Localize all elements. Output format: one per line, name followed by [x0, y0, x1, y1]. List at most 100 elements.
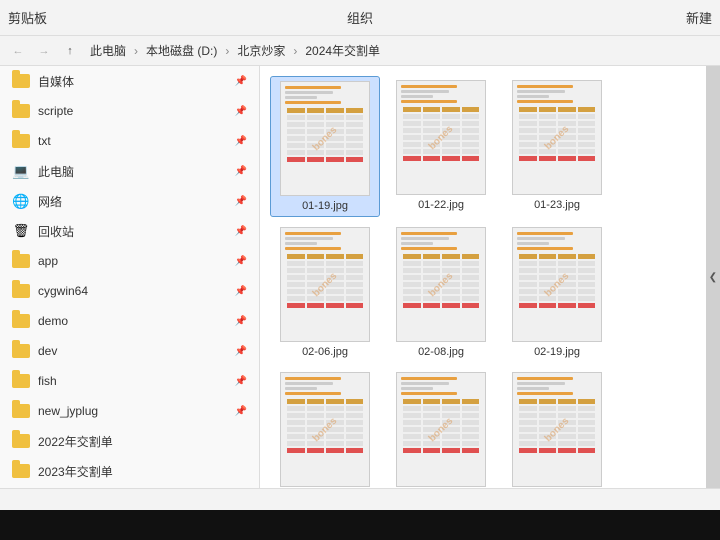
sidebar-item-回收站[interactable]: 🗑回收站📌 [0, 216, 259, 246]
thumb-cell [423, 268, 441, 273]
folder-icon [12, 284, 30, 298]
folder-icon [12, 314, 30, 328]
thumb-content: bones [397, 81, 485, 194]
thumb-cell [403, 399, 421, 404]
thumb-cell [442, 142, 460, 147]
thumb-cell [462, 427, 480, 432]
thumb-cell [403, 296, 421, 301]
thumb-cell [326, 150, 344, 155]
thumb-line [285, 237, 333, 240]
thumb-cell [462, 441, 480, 446]
thumb-cell [558, 121, 576, 126]
thumb-line [401, 95, 433, 98]
thumb-cell [539, 275, 557, 280]
thumb-line [517, 242, 549, 245]
thumb-line [401, 247, 457, 250]
thumb-line [517, 237, 565, 240]
thumb-row [519, 121, 595, 126]
thumb-cell [307, 434, 325, 439]
thumb-row [287, 448, 363, 453]
sidebar-item-new_jyplug[interactable]: new_jyplug📌 [0, 396, 259, 426]
thumb-cell [462, 413, 480, 418]
thumb-cell [307, 115, 325, 120]
thumb-row [519, 289, 595, 294]
thumb-line [517, 387, 549, 390]
thumb-cell [403, 441, 421, 446]
thumb-cell [346, 115, 364, 120]
thumb-content: bones [281, 373, 369, 486]
thumb-cell [539, 441, 557, 446]
file-thumbnail: bones [280, 81, 370, 196]
sidebar-item-dev[interactable]: dev📌 [0, 336, 259, 366]
thumb-cell [326, 399, 344, 404]
file-item[interactable]: bones02-19.jpg [502, 223, 612, 362]
thumb-row [403, 114, 479, 119]
sidebar-item-fish[interactable]: fish📌 [0, 366, 259, 396]
thumb-cell [423, 254, 441, 259]
thumb-cell [307, 150, 325, 155]
thumb-row [519, 406, 595, 411]
file-item[interactable]: bones02-06.jpg [270, 223, 380, 362]
breadcrumb-folder[interactable]: 北京炒家 [233, 40, 289, 61]
sidebar-item-自媒体[interactable]: 自媒体📌 [0, 66, 259, 96]
thumb-row [519, 413, 595, 418]
thumb-line [517, 100, 573, 103]
sidebar-item-cygwin64[interactable]: cygwin64📌 [0, 276, 259, 306]
thumb-row [519, 441, 595, 446]
thumb-cell [326, 268, 344, 273]
up-button[interactable]: ↑ [60, 41, 80, 61]
sidebar-item-2022年交割单[interactable]: 2022年交割单 [0, 426, 259, 456]
collapse-arrow[interactable]: ❮ [706, 66, 720, 488]
file-item[interactable]: bones02-08.jpg [386, 223, 496, 362]
thumb-cell [287, 282, 305, 287]
thumb-cell [326, 157, 344, 162]
thumb-cell [326, 136, 344, 141]
sidebar-item-demo[interactable]: demo📌 [0, 306, 259, 336]
thumb-cell [558, 434, 576, 439]
back-button[interactable]: ← [8, 41, 28, 61]
pin-icon: 📌 [235, 226, 247, 237]
file-item[interactable]: bones01-19.jpg [270, 76, 380, 217]
thumb-line [285, 242, 317, 245]
thumb-cell [423, 434, 441, 439]
thumb-row [403, 399, 479, 404]
thumb-row [287, 427, 363, 432]
thumb-cell [558, 420, 576, 425]
thumb-cell [442, 303, 460, 308]
thumb-cell [287, 136, 305, 141]
file-area[interactable]: bones01-19.jpgbones01-22.jpgbones01-23.j… [260, 66, 706, 488]
thumb-cell [578, 282, 596, 287]
sidebar-item-2023年交割单[interactable]: 2023年交割单 [0, 456, 259, 486]
sidebar-item-app[interactable]: app📌 [0, 246, 259, 276]
sidebar-item-scripte[interactable]: scripte📌 [0, 96, 259, 126]
thumb-cell [346, 289, 364, 294]
sidebar-item-网络[interactable]: 🌐网络📌 [0, 186, 259, 216]
thumb-cell [519, 135, 537, 140]
file-item[interactable]: bones01-23.jpg [502, 76, 612, 217]
breadcrumb-disk[interactable]: 本地磁盘 (D:) [142, 40, 221, 61]
thumb-cell [558, 261, 576, 266]
thumb-cell [326, 441, 344, 446]
thumb-cell [519, 406, 537, 411]
thumb-cell [578, 448, 596, 453]
sidebar-label: txt [38, 134, 227, 148]
thumb-cell [423, 296, 441, 301]
thumb-row [519, 149, 595, 154]
sidebar-label: cygwin64 [38, 284, 227, 298]
breadcrumb-subfolder[interactable]: 2024年交割单 [301, 40, 384, 61]
forward-button[interactable]: → [34, 41, 54, 61]
file-item[interactable]: bones01-22.jpg [386, 76, 496, 217]
sidebar-item-txt[interactable]: txt📌 [0, 126, 259, 156]
thumb-row [287, 420, 363, 425]
thumb-cell [403, 289, 421, 294]
sidebar-item-此电脑[interactable]: 💻此电脑📌 [0, 156, 259, 186]
pin-icon: 📌 [235, 406, 247, 417]
thumb-cell [307, 441, 325, 446]
file-item[interactable]: bones03-06.jpg [502, 368, 612, 488]
file-item[interactable]: bones03-04.jpg [270, 368, 380, 488]
thumb-cell [403, 303, 421, 308]
thumb-cell [442, 399, 460, 404]
breadcrumb-pc[interactable]: 此电脑 [86, 40, 130, 61]
file-item[interactable]: bones03-05.jpg [386, 368, 496, 488]
thumb-row [519, 156, 595, 161]
